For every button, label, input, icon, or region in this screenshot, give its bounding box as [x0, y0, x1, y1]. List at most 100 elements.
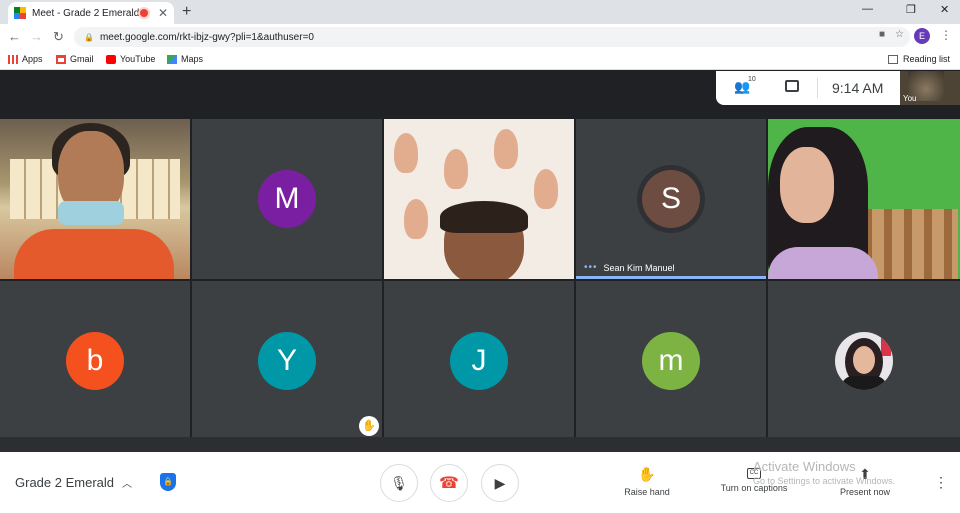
activate-windows-watermark: Activate Windows Go to Settings to activ… [753, 459, 895, 486]
meeting-details-button[interactable]: Grade 2 Emerald ︿ [15, 475, 132, 490]
meet-bottom-bar: Grade 2 Emerald ︿ 🔒 🎙 ☎ ▶ ✋ Raise hand C… [0, 452, 960, 513]
curtain-leaf [534, 169, 558, 209]
tab-close-icon[interactable]: ✕ [158, 6, 168, 20]
reload-icon[interactable]: ↻ [53, 29, 64, 45]
meet-stage: 👥 10 9:14 AM You M S ••• Sean Kim Manuel [0, 71, 960, 452]
avatar-initial-m-lower: m [642, 332, 700, 390]
divider [817, 78, 818, 98]
profile-avatar[interactable]: E [914, 28, 930, 44]
url-text: meet.google.com/rkt-ibjz-gwy?pli=1&authu… [99, 31, 314, 43]
curtain-leaf [404, 199, 428, 239]
photo-background [881, 336, 891, 356]
chevron-up-icon: ︿ [122, 479, 132, 490]
participant-shirt [768, 247, 878, 279]
participant-count: 10 [748, 76, 756, 83]
participant-tile-m[interactable]: M [192, 119, 382, 279]
browser-menu-icon[interactable]: ⋮ [940, 28, 952, 42]
gmail-icon [56, 54, 66, 64]
chat-icon[interactable] [785, 80, 799, 92]
bookmark-maps[interactable]: Maps [167, 54, 203, 64]
bookmarks-bar: Apps Gmail YouTube Maps Reading list [0, 50, 960, 70]
avatar-photo [835, 332, 893, 390]
maps-icon [167, 54, 177, 64]
meeting-clock: 9:14 AM [832, 80, 884, 96]
avatar-initial-b: b [66, 332, 124, 390]
meeting-info-panel: 👥 10 9:14 AM [716, 71, 900, 105]
participant-body [14, 229, 174, 279]
participant-tile-child-video[interactable] [384, 119, 574, 279]
present-now-label: Present now [839, 487, 891, 497]
participant-tile-b[interactable]: b [0, 281, 190, 441]
bookmark-label: Apps [22, 54, 43, 64]
lock-icon: 🔒 [84, 32, 94, 42]
avatar-initial-y: Y [258, 332, 316, 390]
window-frame [864, 209, 958, 279]
self-label: You [903, 94, 917, 103]
self-view-tile[interactable]: You [900, 71, 960, 105]
avatar-initial-s: S [642, 170, 700, 228]
participant-tile-y[interactable]: Y [192, 281, 382, 441]
browser-toolbar: ← → ↻ 🔒 meet.google.com/rkt-ibjz-gwy?pli… [0, 24, 960, 50]
reading-list-button[interactable]: Reading list [887, 54, 950, 64]
forward-arrow-icon[interactable]: → [30, 29, 43, 45]
bookmark-star-icon[interactable]: ☆ [895, 29, 904, 40]
camera-button[interactable]: ▶ [481, 464, 519, 502]
tab-title: Meet - Grade 2 Emerald [32, 7, 140, 19]
maximize-button[interactable]: ❐ [906, 3, 916, 16]
participant-tile-m-lower[interactable]: m [576, 281, 766, 441]
avatar-initial-m: M [258, 170, 316, 228]
participant-name: ••• Sean Kim Manuel [584, 262, 675, 273]
bookmark-label: Gmail [70, 54, 94, 64]
raise-hand-icon: ✋ [638, 466, 656, 482]
participant-tile-sean-kim-manuel[interactable]: S ••• Sean Kim Manuel [576, 119, 766, 279]
watermark-subtitle: Go to Settings to activate Windows. [753, 476, 896, 486]
participant-tile-girl-video[interactable] [768, 119, 960, 279]
camera-in-use-icon[interactable]: ■ [879, 29, 885, 40]
raise-hand-label: Raise hand [624, 487, 670, 497]
photo-face [853, 346, 875, 374]
participant-tile-photo[interactable] [768, 281, 960, 441]
browser-tab-bar: Meet - Grade 2 Emerald ✕ + — ❐ ✕ [0, 0, 960, 24]
participant-tile-j[interactable]: J [384, 281, 574, 441]
back-arrow-icon[interactable]: ← [8, 29, 21, 45]
photo-shirt [841, 376, 887, 390]
curtain-leaf [394, 133, 418, 173]
reading-list-icon [887, 54, 898, 64]
participant-hair [440, 201, 528, 233]
bookmark-apps[interactable]: Apps [8, 54, 43, 64]
tab-meet[interactable]: Meet - Grade 2 Emerald ✕ [8, 2, 174, 24]
address-bar[interactable]: 🔒 meet.google.com/rkt-ibjz-gwy?pli=1&aut… [74, 27, 910, 47]
participant-face [780, 147, 834, 223]
host-controls-shield-icon[interactable]: 🔒 [160, 473, 176, 491]
leave-call-button[interactable]: ☎ [430, 464, 468, 502]
microphone-icon: 🎙 [390, 474, 408, 491]
youtube-icon [106, 54, 116, 64]
bookmark-gmail[interactable]: Gmail [56, 54, 94, 64]
speaking-dots-icon: ••• [584, 262, 598, 273]
camera-icon: ▶ [494, 474, 506, 491]
microphone-button[interactable]: 🎙 [380, 464, 418, 502]
bookmark-label: Maps [181, 54, 204, 64]
raise-hand-button[interactable]: ✋ Raise hand [620, 466, 674, 497]
reading-list-label: Reading list [902, 54, 950, 64]
recording-indicator-icon [139, 9, 148, 17]
new-tab-button[interactable]: + [182, 3, 191, 21]
hang-up-icon: ☎ [439, 475, 459, 492]
close-window-button[interactable]: ✕ [940, 3, 949, 16]
more-options-icon[interactable]: ⋮ [934, 474, 948, 491]
active-speaker-bar [576, 276, 766, 279]
raised-hand-icon[interactable]: ✋ [359, 416, 379, 436]
tile-strip [0, 437, 960, 452]
google-meet-icon [14, 7, 26, 19]
participant-name-label: Sean Kim Manuel [603, 262, 675, 273]
minimize-button[interactable]: — [862, 3, 873, 15]
apps-grid-icon [8, 54, 18, 64]
bookmark-youtube[interactable]: YouTube [106, 54, 155, 64]
avatar-initial-j: J [450, 332, 508, 390]
curtain-leaf [444, 149, 468, 189]
participant-tile-teacher-video[interactable] [0, 119, 190, 279]
bookmark-label: YouTube [120, 54, 156, 64]
meeting-name: Grade 2 Emerald [15, 475, 114, 490]
watermark-title: Activate Windows [753, 459, 856, 474]
curtain-leaf [494, 129, 518, 169]
